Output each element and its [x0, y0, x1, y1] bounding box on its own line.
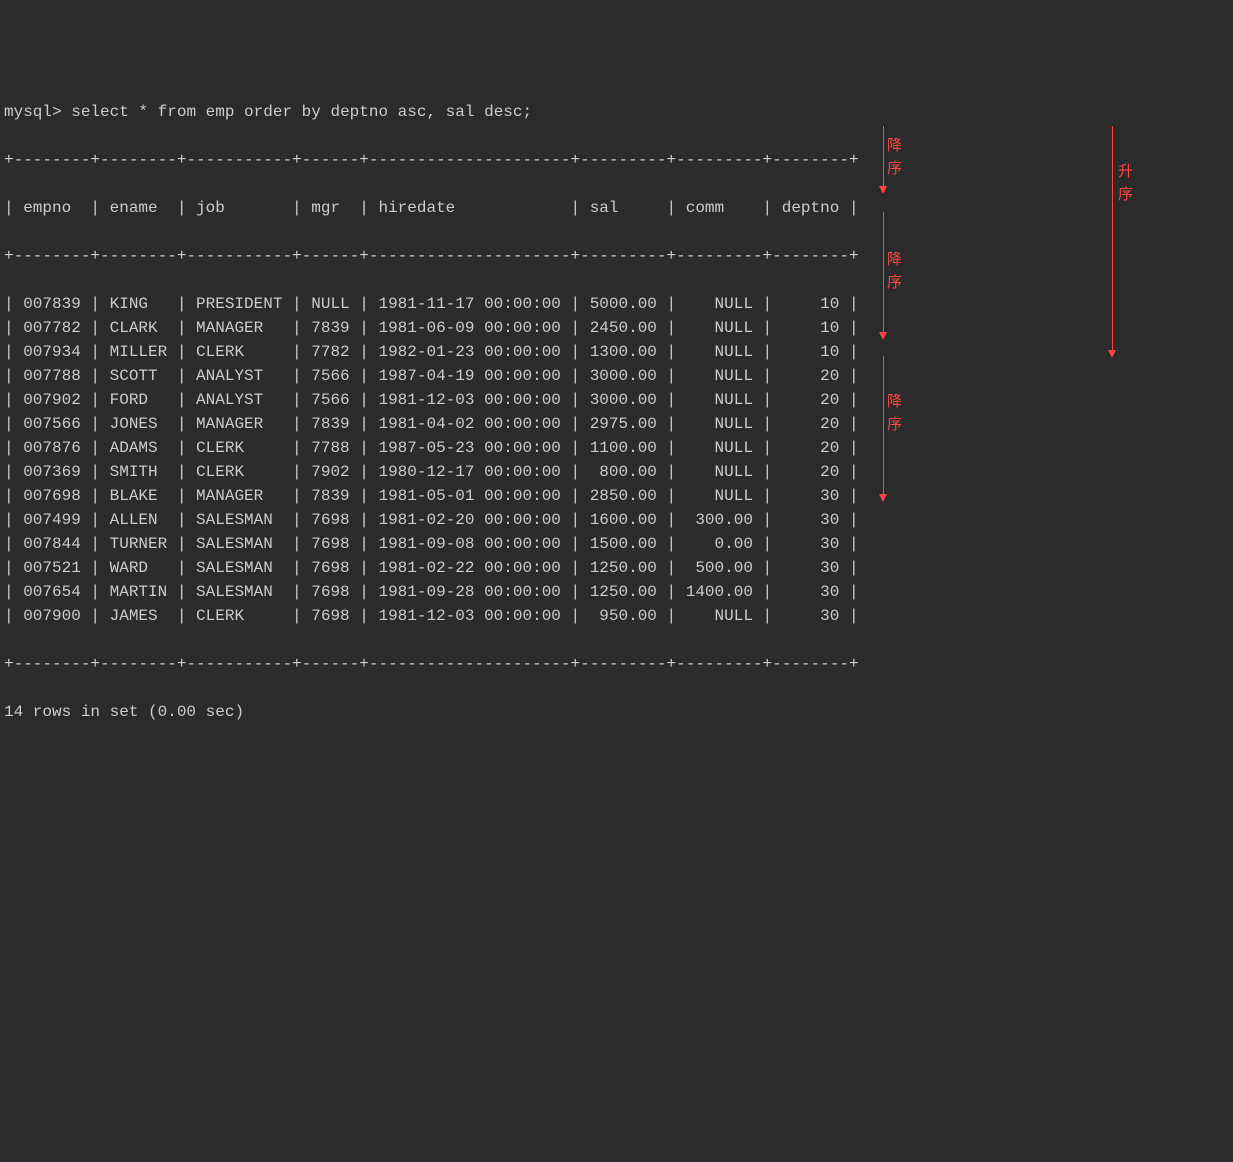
query-line: mysql> select * from emp order by deptno…: [4, 100, 1229, 124]
table-row: | 007698 | BLAKE | MANAGER | 7839 | 1981…: [4, 484, 1229, 508]
arrowhead-desc-1: [879, 186, 887, 194]
table-row: | 007934 | MILLER | CLERK | 7782 | 1982-…: [4, 340, 1229, 364]
table-body: | 007839 | KING | PRESIDENT | NULL | 198…: [4, 292, 1229, 628]
table-header: | empno | ename | job | mgr | hiredate |…: [4, 196, 1229, 220]
mysql-prompt: mysql>: [4, 103, 71, 121]
table-border-bottom: +--------+--------+-----------+------+--…: [4, 652, 1229, 676]
table-row: | 007844 | TURNER | SALESMAN | 7698 | 19…: [4, 532, 1229, 556]
result-footer: 14 rows in set (0.00 sec): [4, 700, 1229, 724]
table-row: | 007369 | SMITH | CLERK | 7902 | 1980-1…: [4, 460, 1229, 484]
table-row: | 007788 | SCOTT | ANALYST | 7566 | 1987…: [4, 364, 1229, 388]
table-row: | 007521 | WARD | SALESMAN | 7698 | 1981…: [4, 556, 1229, 580]
table-row: | 007876 | ADAMS | CLERK | 7788 | 1987-0…: [4, 436, 1229, 460]
table-row: | 007654 | MARTIN | SALESMAN | 7698 | 19…: [4, 580, 1229, 604]
table-row: | 007900 | JAMES | CLERK | 7698 | 1981-1…: [4, 604, 1229, 628]
table-border-mid: +--------+--------+-----------+------+--…: [4, 244, 1229, 268]
table-row: | 007782 | CLARK | MANAGER | 7839 | 1981…: [4, 316, 1229, 340]
table-row: | 007499 | ALLEN | SALESMAN | 7698 | 198…: [4, 508, 1229, 532]
table-row: | 007902 | FORD | ANALYST | 7566 | 1981-…: [4, 388, 1229, 412]
table-row: | 007566 | JONES | MANAGER | 7839 | 1981…: [4, 412, 1229, 436]
table-row: | 007839 | KING | PRESIDENT | NULL | 198…: [4, 292, 1229, 316]
table-border-top: +--------+--------+-----------+------+--…: [4, 148, 1229, 172]
sql-query: select * from emp order by deptno asc, s…: [71, 103, 532, 121]
